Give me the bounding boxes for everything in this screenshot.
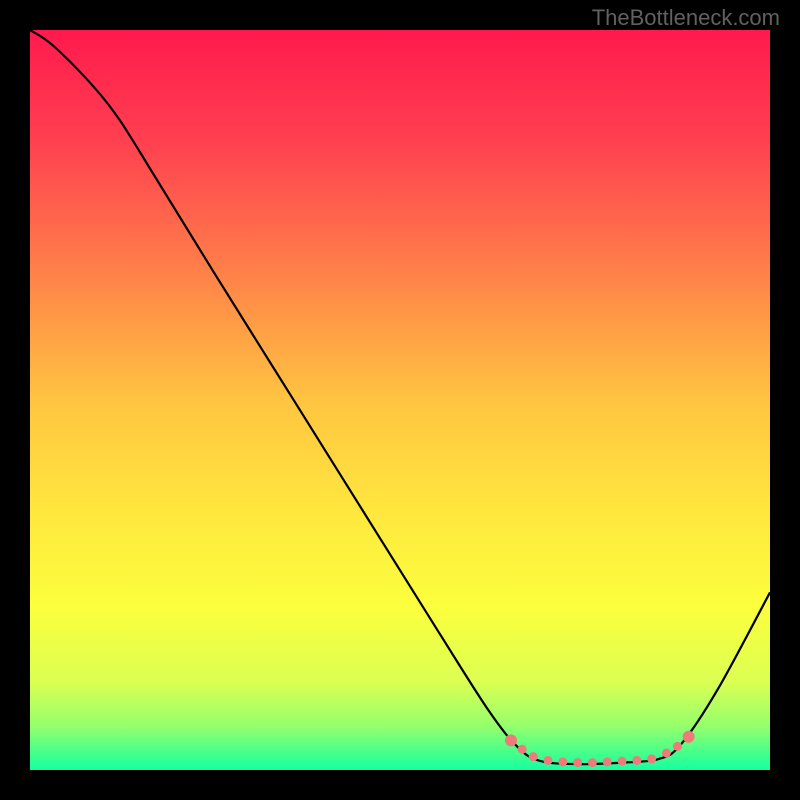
valley-dot (647, 754, 656, 763)
valley-dot (662, 748, 671, 757)
chart-container: TheBottleneck.com (0, 0, 800, 800)
valley-dot (618, 757, 627, 766)
watermark-text: TheBottleneck.com (592, 5, 780, 31)
gradient-background (30, 30, 770, 770)
valley-dot (673, 742, 682, 751)
plot-area (30, 30, 770, 770)
valley-dot (588, 758, 597, 767)
valley-dot (603, 757, 612, 766)
valley-dot (573, 758, 582, 767)
valley-dot (529, 752, 538, 761)
valley-dot (518, 745, 527, 754)
valley-dot (558, 757, 567, 766)
valley-dot (544, 756, 553, 765)
chart-svg (30, 30, 770, 770)
valley-dot (632, 756, 641, 765)
valley-dot (505, 734, 517, 746)
valley-dot (683, 731, 695, 743)
